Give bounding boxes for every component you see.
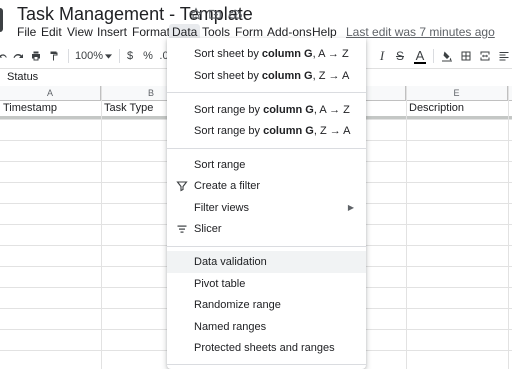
menu-insert[interactable]: Insert bbox=[97, 24, 127, 40]
sort-range-za-suffix: , Z → A bbox=[313, 125, 351, 137]
toolbar-divider bbox=[119, 49, 120, 63]
menu-item-protected-sheets[interactable]: Protected sheets and ranges bbox=[167, 337, 366, 359]
currency-button[interactable]: $ bbox=[125, 44, 135, 68]
sort-range-za-column: column G bbox=[263, 125, 314, 137]
redo-icon[interactable] bbox=[11, 44, 25, 68]
menu-file[interactable]: File bbox=[17, 24, 36, 40]
menu-item-sort-range[interactable]: Sort range bbox=[167, 154, 366, 176]
italic-button[interactable]: I bbox=[376, 44, 388, 68]
sort-sheet-az-prefix: Sort sheet by bbox=[194, 48, 262, 60]
text-color-swatch bbox=[414, 61, 426, 64]
sort-range-az-column: column G bbox=[263, 104, 314, 116]
text-color-letter: A bbox=[415, 47, 425, 63]
cell-e1[interactable]: Description bbox=[409, 101, 464, 116]
paint-format-icon[interactable] bbox=[47, 44, 61, 68]
menu-item-create-filter[interactable]: Create a filter bbox=[167, 175, 366, 197]
slicer-icon bbox=[177, 225, 187, 233]
sort-sheet-za-column: column G bbox=[261, 70, 313, 82]
horizontal-align-icon[interactable] bbox=[497, 44, 511, 68]
text-color-button[interactable]: A bbox=[413, 44, 427, 68]
menu-item-sort-range-az[interactable]: Sort range by column G, A → Z bbox=[167, 99, 366, 121]
sort-range-az-prefix: Sort range by bbox=[194, 104, 264, 116]
sort-sheet-za-prefix: Sort sheet by bbox=[194, 70, 262, 82]
cell-a1[interactable]: Timestamp bbox=[3, 101, 57, 116]
create-filter-label: Create a filter bbox=[194, 180, 261, 192]
menu-edit[interactable]: Edit bbox=[41, 24, 62, 40]
formula-bar-content[interactable]: Status bbox=[7, 70, 38, 84]
zoom-select[interactable]: 100% bbox=[75, 44, 103, 68]
column-gridline bbox=[508, 86, 509, 369]
column-header-d[interactable] bbox=[366, 86, 406, 100]
column-header-e[interactable]: E bbox=[406, 86, 508, 100]
sort-sheet-az-suffix: , A → Z bbox=[312, 48, 349, 60]
menu-format[interactable]: Format bbox=[132, 24, 170, 40]
chevron-right-icon: ▶ bbox=[347, 203, 354, 212]
menu-view[interactable]: View bbox=[67, 24, 93, 40]
sort-range-az-suffix: , A → Z bbox=[313, 104, 350, 116]
menu-separator bbox=[167, 148, 366, 149]
menu-item-sort-range-za[interactable]: Sort range by column G, Z → A bbox=[167, 120, 366, 142]
menu-item-sort-sheet-az[interactable]: Sort sheet by column G, A → Z bbox=[167, 43, 366, 65]
menu-separator bbox=[167, 92, 366, 93]
strikethrough-button[interactable]: S bbox=[394, 44, 406, 68]
slicer-label: Slicer bbox=[194, 223, 222, 235]
toolbar-divider bbox=[68, 49, 69, 63]
menu-item-randomize-range[interactable]: Randomize range bbox=[167, 294, 366, 316]
borders-icon[interactable] bbox=[459, 44, 473, 68]
menu-item-filter-views[interactable]: Filter views ▶ bbox=[167, 197, 366, 219]
sort-range-za-prefix: Sort range by bbox=[194, 125, 264, 137]
cloud-saved-icon[interactable] bbox=[227, 6, 243, 22]
star-icon[interactable] bbox=[188, 6, 204, 22]
data-menu-dropdown: Sort sheet by column G, A → Z Sort sheet… bbox=[167, 38, 366, 369]
print-icon[interactable] bbox=[29, 44, 43, 68]
filter-icon bbox=[176, 181, 188, 192]
fill-color-icon[interactable] bbox=[440, 44, 454, 68]
menu-separator bbox=[167, 246, 366, 247]
sort-sheet-za-suffix: , Z → A bbox=[312, 70, 350, 82]
menu-item-pivot-table[interactable]: Pivot table bbox=[167, 273, 366, 295]
merge-cells-icon[interactable] bbox=[478, 44, 492, 68]
cell-b1[interactable]: Task Type bbox=[104, 101, 153, 116]
sheets-logo[interactable] bbox=[0, 8, 3, 32]
column-gridline bbox=[101, 86, 102, 369]
undo-icon[interactable] bbox=[0, 44, 8, 68]
sort-sheet-az-column: column G bbox=[261, 48, 313, 60]
chevron-down-icon[interactable] bbox=[104, 44, 112, 68]
menu-item-slicer[interactable]: Slicer bbox=[167, 218, 366, 240]
last-edit-link[interactable]: Last edit was 7 minutes ago bbox=[346, 24, 495, 40]
move-to-folder-icon[interactable] bbox=[207, 6, 223, 22]
filter-views-label: Filter views bbox=[194, 202, 250, 214]
column-gridline bbox=[406, 86, 407, 369]
column-header-a[interactable]: A bbox=[0, 86, 101, 100]
percent-button[interactable]: % bbox=[143, 44, 153, 68]
menu-separator bbox=[167, 364, 366, 365]
menu-item-data-validation[interactable]: Data validation bbox=[167, 251, 366, 273]
menu-item-sort-sheet-za[interactable]: Sort sheet by column G, Z → A bbox=[167, 65, 366, 87]
menu-item-named-ranges[interactable]: Named ranges bbox=[167, 316, 366, 338]
toolbar-divider bbox=[433, 49, 434, 63]
